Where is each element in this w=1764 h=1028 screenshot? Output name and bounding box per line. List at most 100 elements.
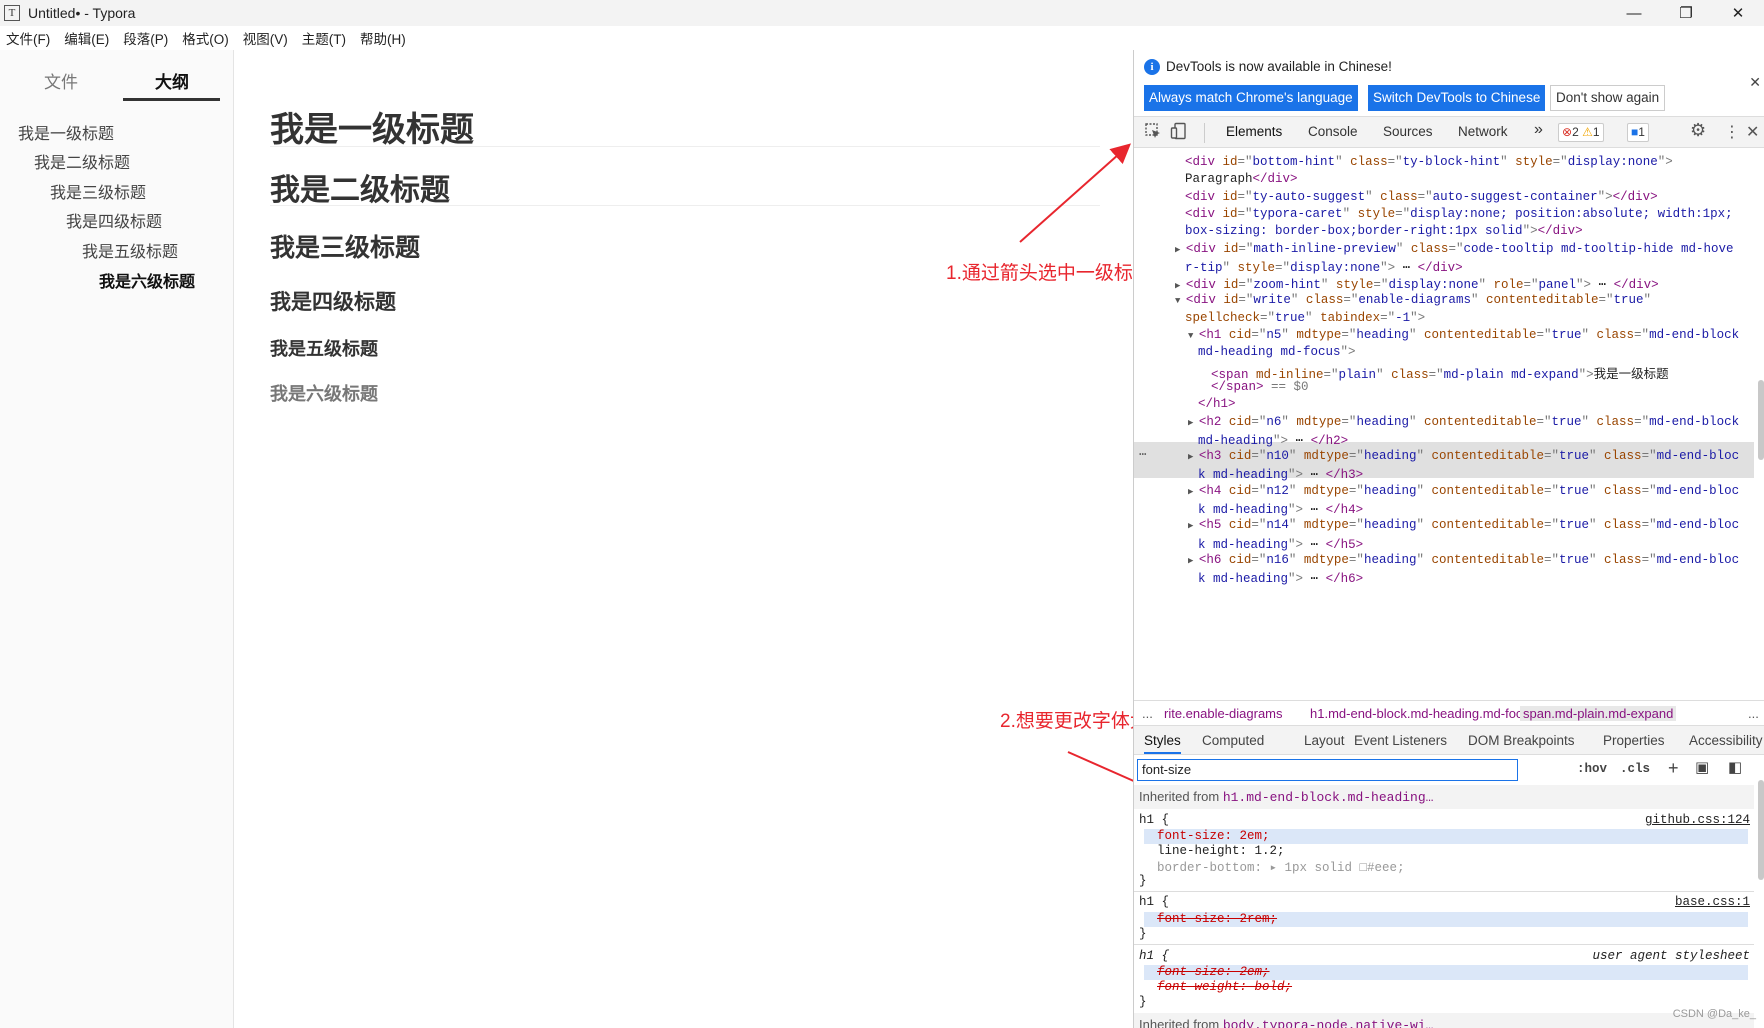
dont-show-again-button[interactable]: Don't show again <box>1550 85 1666 111</box>
rule2-prop-font-size[interactable]: font-size: 2rem; <box>1157 912 1277 926</box>
heading-h6[interactable]: 我是六级标题 <box>270 380 378 406</box>
dom-node-line[interactable]: ▶ <h2 cid="n6" mdtype="heading" contente… <box>1188 415 1739 429</box>
dom-node-line[interactable]: k md-heading"> ⋯ </h4> <box>1198 501 1363 517</box>
dom-node-line[interactable]: ▶ <div id="math-inline-preview" class="c… <box>1175 242 1734 256</box>
outline-item-h3[interactable]: 我是三级标题 <box>50 179 146 203</box>
rule2-source-link[interactable]: base.css:1 <box>1675 895 1750 909</box>
heading-h4[interactable]: 我是四级标题 <box>270 286 396 316</box>
issues-badge[interactable]: ⊗2 ⚠1 <box>1558 123 1604 142</box>
rule1-selector[interactable]: h1 { <box>1139 813 1169 827</box>
menu-help[interactable]: 帮助(H) <box>360 28 406 48</box>
expand-closed-icon[interactable]: ▶ <box>1175 245 1186 255</box>
close-devtools-icon[interactable]: ✕ <box>1746 122 1759 142</box>
dom-node-line[interactable]: ▶ <h4 cid="n12" mdtype="heading" content… <box>1188 484 1739 498</box>
expand-open-icon[interactable]: ▼ <box>1175 296 1186 306</box>
tab-outline[interactable]: 大纲 <box>155 68 189 93</box>
heading-h3[interactable]: 我是三级标题 <box>270 228 420 264</box>
outline-item-h1[interactable]: 我是一级标题 <box>18 120 114 144</box>
tab-elements[interactable]: Elements <box>1226 124 1282 139</box>
rule1-prop-font-size[interactable]: font-size: 2em; <box>1157 829 1270 843</box>
subtab-dom-breakpoints[interactable]: DOM Breakpoints <box>1468 733 1575 748</box>
expand-open-icon[interactable]: ▼ <box>1188 331 1199 341</box>
rule1-source-link[interactable]: github.css:124 <box>1645 813 1750 827</box>
dom-node-line[interactable]: k md-heading"> ⋯ </h3> <box>1198 466 1363 482</box>
close-button[interactable]: ✕ <box>1712 0 1764 26</box>
expand-closed-icon[interactable]: ▶ <box>1188 452 1199 462</box>
dom-node-line[interactable]: </span> == $0 <box>1211 380 1309 394</box>
dom-node-line[interactable]: ▶ <div id="zoom-hint" style="display:non… <box>1175 276 1659 292</box>
expand-closed-icon[interactable]: ▶ <box>1175 281 1186 291</box>
dom-node-line[interactable]: </h1> <box>1198 397 1236 411</box>
messages-badge[interactable]: ■1 <box>1627 123 1649 142</box>
infobar-close-icon[interactable]: ✕ <box>1749 74 1761 91</box>
rule2-selector[interactable]: h1 { <box>1139 895 1169 909</box>
subtab-event-listeners[interactable]: Event Listeners <box>1354 733 1447 748</box>
expand-closed-icon[interactable]: ▶ <box>1188 487 1199 497</box>
class-toggle[interactable]: .cls <box>1620 762 1650 776</box>
dom-node-line[interactable]: md-heading"> ⋯ </h2> <box>1198 432 1348 448</box>
dom-node-line[interactable]: Paragraph</div> <box>1185 172 1298 186</box>
node-ellipsis-icon[interactable]: ⋯ <box>1139 446 1147 462</box>
subtab-layout[interactable]: Layout <box>1304 733 1345 748</box>
paint-icon[interactable]: ▣ <box>1695 758 1709 776</box>
breadcrumb-write[interactable]: rite.enable-diagrams <box>1164 706 1283 721</box>
inspect-element-icon[interactable] <box>1144 122 1162 145</box>
breadcrumb-span[interactable]: span.md-plain.md-expand <box>1520 706 1677 721</box>
menu-paragraph[interactable]: 段落(P) <box>123 28 168 48</box>
breadcrumb-ellipsis[interactable]: ... <box>1142 706 1153 721</box>
expand-closed-icon[interactable]: ▶ <box>1188 556 1199 566</box>
toggle-sidebar-icon[interactable]: ◧ <box>1728 758 1742 776</box>
dom-node-line[interactable]: spellcheck="true" tabindex="-1"> <box>1185 311 1425 325</box>
subtab-properties[interactable]: Properties <box>1603 733 1665 748</box>
maximize-button[interactable]: ❐ <box>1660 0 1712 26</box>
settings-gear-icon[interactable]: ⚙ <box>1690 120 1706 141</box>
device-toolbar-icon[interactable] <box>1170 122 1188 145</box>
dom-node-line[interactable]: k md-heading"> ⋯ </h5> <box>1198 536 1363 552</box>
elements-dom-tree[interactable]: ⋯ <div id="bottom-hint" class="ty-block-… <box>1134 149 1754 699</box>
dom-node-line[interactable]: ▶ <h3 cid="n10" mdtype="heading" content… <box>1188 449 1739 463</box>
outline-item-h4[interactable]: 我是四级标题 <box>66 208 162 232</box>
menu-edit[interactable]: 编辑(E) <box>64 28 109 48</box>
rule1-prop-border-bottom[interactable]: border-bottom: ▸ 1px solid □#eee; <box>1157 859 1405 875</box>
styles-filter-input[interactable]: font-size <box>1137 759 1518 781</box>
new-rule-icon[interactable]: + <box>1668 758 1679 779</box>
expand-closed-icon[interactable]: ▶ <box>1188 521 1199 531</box>
tab-console[interactable]: Console <box>1308 124 1358 139</box>
dom-node-line[interactable]: md-heading md-focus"> <box>1198 345 1356 359</box>
dom-node-line[interactable]: ▶ <h6 cid="n16" mdtype="heading" content… <box>1188 553 1739 567</box>
editor[interactable]: 我是一级标题 我是二级标题 我是三级标题 我是四级标题 我是五级标题 我是六级标… <box>235 50 1133 1028</box>
dom-node-line[interactable]: <div id="typora-caret" style="display:no… <box>1185 207 1733 221</box>
switch-chinese-button[interactable]: Switch DevTools to Chinese <box>1368 85 1546 111</box>
more-tabs-icon[interactable]: » <box>1534 121 1543 139</box>
dom-node-line[interactable]: ▼ <h1 cid="n5" mdtype="heading" contente… <box>1188 328 1739 342</box>
dom-node-line[interactable]: k md-heading"> ⋯ </h6> <box>1198 570 1363 586</box>
styles-scrollbar[interactable] <box>1758 780 1764 880</box>
tab-files[interactable]: 文件 <box>44 68 78 93</box>
dom-node-line[interactable]: r-tip" style="display:none"> ⋯ </div> <box>1185 259 1463 275</box>
dom-node-line[interactable]: <div id="ty-auto-suggest" class="auto-su… <box>1185 190 1658 204</box>
menu-theme[interactable]: 主题(T) <box>302 28 346 48</box>
dom-node-line[interactable]: <span md-inline="plain" class="md-plain … <box>1211 363 1669 382</box>
tab-network[interactable]: Network <box>1458 124 1508 139</box>
expand-closed-icon[interactable]: ▶ <box>1188 418 1199 428</box>
subtab-styles[interactable]: Styles <box>1144 733 1181 754</box>
menu-format[interactable]: 格式(O) <box>182 28 229 48</box>
outline-item-h6[interactable]: 我是六级标题 <box>99 268 195 292</box>
dom-scrollbar[interactable] <box>1758 380 1764 460</box>
subtab-computed[interactable]: Computed <box>1202 733 1264 748</box>
more-options-icon[interactable]: ⋮ <box>1724 122 1740 142</box>
heading-h5[interactable]: 我是五级标题 <box>270 335 378 361</box>
dom-node-line[interactable]: ▶ <h5 cid="n14" mdtype="heading" content… <box>1188 518 1739 532</box>
menu-file[interactable]: 文件(F) <box>6 28 50 48</box>
hover-state-toggle[interactable]: :hov <box>1577 762 1607 776</box>
heading-h1[interactable]: 我是一级标题 <box>270 102 474 151</box>
rule1-prop-line-height[interactable]: line-height: 1.2; <box>1157 844 1285 858</box>
dom-node-line[interactable]: box-sizing: border-box;border-right:1px … <box>1185 224 1583 238</box>
minimize-button[interactable]: — <box>1608 0 1660 26</box>
breadcrumb-h1[interactable]: h1.md-end-block.md-heading.md-focus <box>1310 706 1536 721</box>
breadcrumb-more[interactable]: ... <box>1748 706 1759 721</box>
tab-sources[interactable]: Sources <box>1383 124 1433 139</box>
outline-item-h5[interactable]: 我是五级标题 <box>82 238 178 262</box>
match-language-button[interactable]: Always match Chrome's language <box>1144 85 1358 111</box>
subtab-accessibility[interactable]: Accessibility <box>1689 733 1763 748</box>
